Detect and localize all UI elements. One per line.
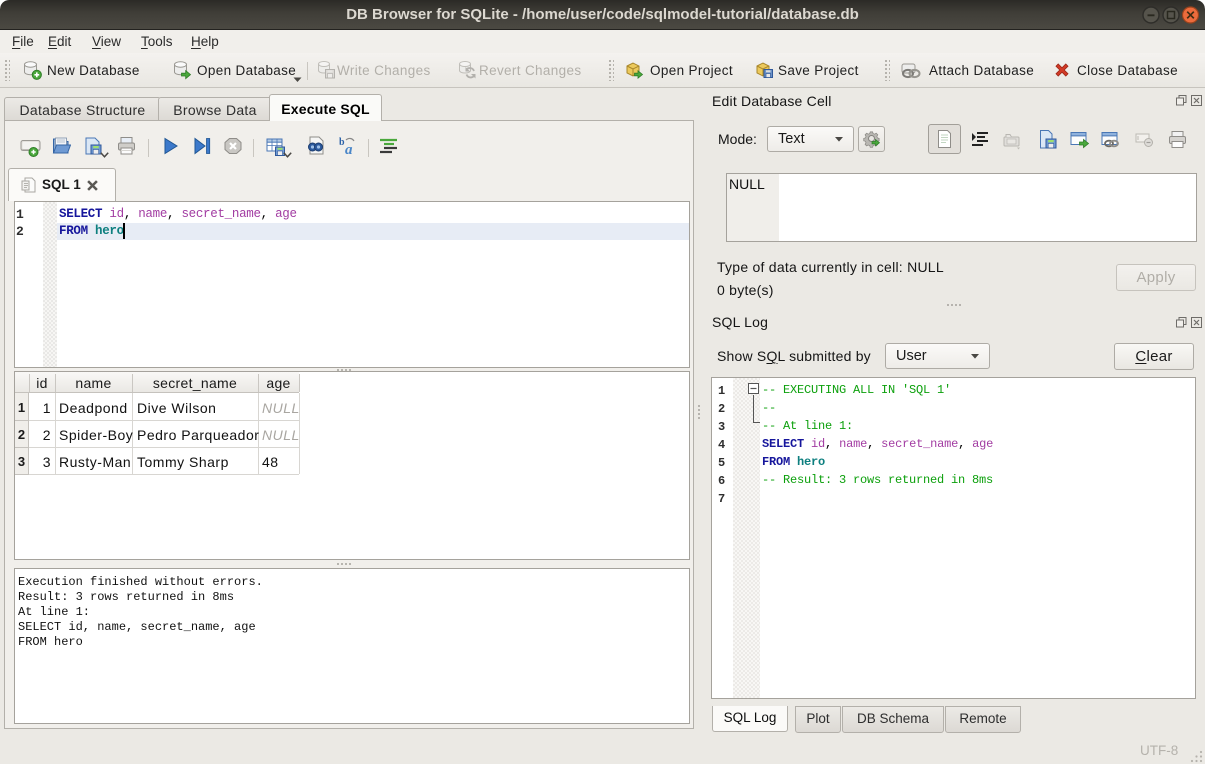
svg-text:a: a	[345, 142, 353, 157]
